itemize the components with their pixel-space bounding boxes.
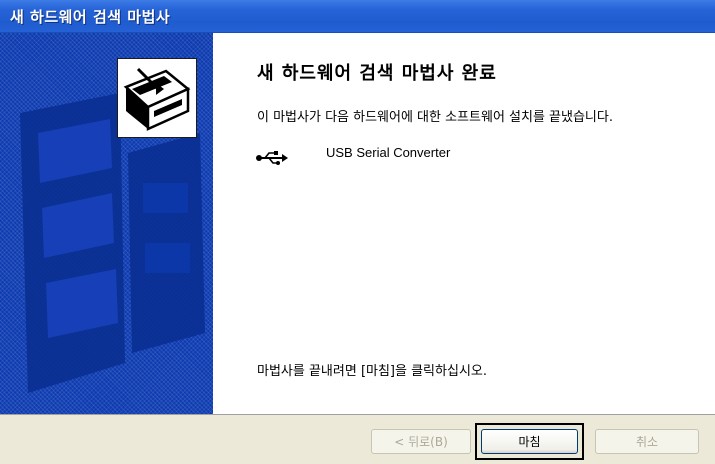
finish-instruction: 마법사를 끝내려면 [마침]을 클릭하십시오. (257, 364, 487, 379)
usb-icon (255, 150, 289, 170)
finish-button[interactable]: 마침 (481, 429, 578, 454)
title-bar: 새 하드웨어 검색 마법사 (0, 0, 715, 33)
wizard-content: 새 하드웨어 검색 마법사 완료 이 마법사가 다음 하드웨어에 대한 소프트웨… (213, 33, 715, 414)
page-title: 새 하드웨어 검색 마법사 완료 (257, 63, 497, 84)
device-name: USB Serial Converter (326, 145, 451, 160)
window-title: 새 하드웨어 검색 마법사 (10, 8, 171, 26)
cancel-button[interactable]: 취소 (595, 429, 699, 454)
completion-message: 이 마법사가 다음 하드웨어에 대한 소프트웨어 설치를 끝냈습니다. (257, 110, 613, 125)
button-bar: < 뒤로(B) 마침 취소 (0, 414, 715, 464)
back-button[interactable]: < 뒤로(B) (371, 429, 471, 454)
hardware-box-icon (117, 58, 197, 138)
wizard-side-banner (0, 33, 213, 414)
